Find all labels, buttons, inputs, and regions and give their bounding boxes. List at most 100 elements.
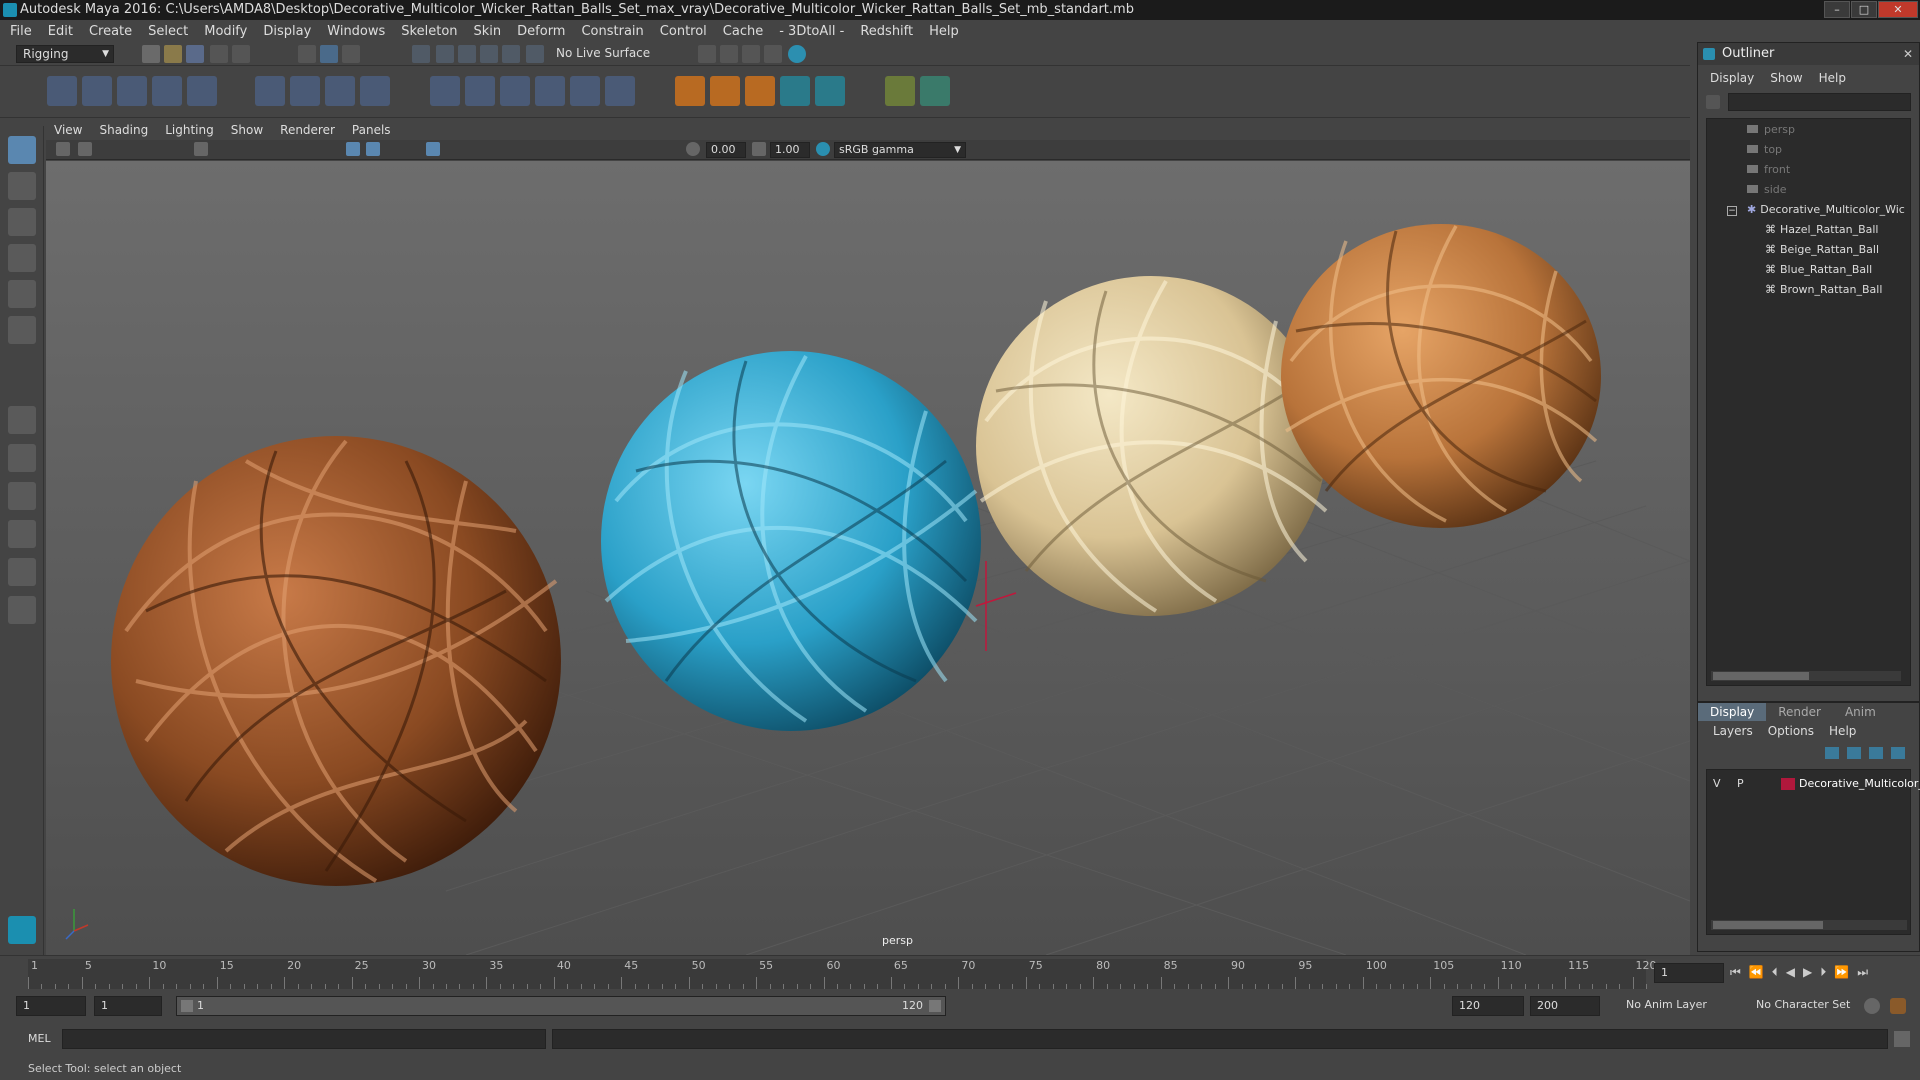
- render-frame-icon[interactable]: [698, 45, 716, 63]
- ik-handle-icon[interactable]: [82, 76, 112, 106]
- outliner-item-top[interactable]: top: [1747, 141, 1782, 159]
- viewport-menu-view[interactable]: View: [54, 123, 82, 137]
- menu-skeleton[interactable]: Skeleton: [401, 24, 457, 39]
- anim-layer-dropdown[interactable]: No Anim Layer: [1620, 996, 1740, 1016]
- save-scene-icon[interactable]: [186, 45, 204, 63]
- four-view-icon[interactable]: [8, 444, 36, 472]
- collapse-icon[interactable]: −: [1727, 206, 1737, 216]
- snap-view-icon[interactable]: [480, 45, 498, 63]
- snap-grid-icon[interactable]: [412, 45, 430, 63]
- command-input[interactable]: [62, 1029, 546, 1049]
- time-ruler[interactable]: 1 5 10 15 20 25 30 35 40 45 50 55 60 65 70 75 80 85 90 95 10…: [28, 959, 1657, 989]
- outliner-item-front[interactable]: front: [1747, 161, 1790, 179]
- script-layout-icon[interactable]: [8, 596, 36, 624]
- paint-select-icon[interactable]: [8, 208, 36, 236]
- control-rig-icon[interactable]: [815, 76, 845, 106]
- cluster-icon[interactable]: [360, 76, 390, 106]
- camera-icon[interactable]: [56, 142, 70, 156]
- blue-rattan-ball[interactable]: [601, 351, 981, 731]
- playback-start-field[interactable]: 1: [94, 996, 162, 1016]
- layer-menu-layers[interactable]: Layers: [1713, 724, 1753, 738]
- viewport-persp[interactable]: persp: [46, 161, 1690, 955]
- move-layer-down-icon[interactable]: [1847, 747, 1861, 759]
- menu-3dtoall[interactable]: - 3DtoAll -: [779, 24, 844, 39]
- exposure-field[interactable]: 0.00: [706, 142, 746, 158]
- minimize-button[interactable]: –: [1824, 1, 1850, 18]
- script-editor-icon[interactable]: [1894, 1031, 1910, 1047]
- go-to-end-icon[interactable]: ⏭: [1857, 965, 1868, 980]
- aim-constraint-icon[interactable]: [465, 76, 495, 106]
- new-layer-selected-icon[interactable]: [1891, 747, 1905, 759]
- preferences-icon[interactable]: [1890, 998, 1906, 1014]
- play-backward-icon[interactable]: ◀: [1786, 965, 1795, 980]
- tab-anim[interactable]: Anim: [1833, 703, 1888, 721]
- select-hierarchy-icon[interactable]: [298, 45, 316, 63]
- outliner-layout-icon[interactable]: [8, 520, 36, 548]
- hik-icon[interactable]: [710, 76, 740, 106]
- quick-rig-icon[interactable]: [745, 76, 775, 106]
- lattice-icon[interactable]: [325, 76, 355, 106]
- scroll-thumb[interactable]: [1713, 921, 1823, 929]
- layer-visibility-toggle[interactable]: V: [1713, 774, 1721, 794]
- open-scene-icon[interactable]: [164, 45, 182, 63]
- step-back-key-icon[interactable]: ⏪: [1749, 965, 1764, 980]
- menu-display[interactable]: Display: [263, 24, 311, 39]
- outliner-item-brown[interactable]: ⌘ Brown_Rattan_Ball: [1765, 281, 1882, 299]
- snap-point-icon[interactable]: [458, 45, 476, 63]
- select-component-icon[interactable]: [342, 45, 360, 63]
- menu-cache[interactable]: Cache: [723, 24, 763, 39]
- filter-icon[interactable]: [1706, 95, 1720, 109]
- hypershade-icon[interactable]: [764, 45, 782, 63]
- lasso-tool-icon[interactable]: [8, 172, 36, 200]
- paint-weights-icon[interactable]: [290, 76, 320, 106]
- xray-icon[interactable]: [426, 142, 440, 156]
- smooth-shade-icon[interactable]: [366, 142, 380, 156]
- select-tool-icon[interactable]: [8, 136, 36, 164]
- viewport-menu-renderer[interactable]: Renderer: [280, 123, 335, 137]
- outliner-menu-show[interactable]: Show: [1770, 71, 1802, 85]
- create-joints-icon[interactable]: [47, 76, 77, 106]
- snap-magnet-icon[interactable]: [526, 45, 544, 63]
- snap-surface-icon[interactable]: [502, 45, 520, 63]
- orient-joint-icon[interactable]: [187, 76, 217, 106]
- gamma-icon[interactable]: [752, 142, 766, 156]
- point-constraint-icon[interactable]: [430, 76, 460, 106]
- paint-effects-icon[interactable]: [920, 76, 950, 106]
- range-bar[interactable]: 1 120: [176, 996, 946, 1016]
- outliner-close-icon[interactable]: ✕: [1903, 43, 1913, 65]
- layer-menu-help[interactable]: Help: [1829, 724, 1856, 738]
- menu-help[interactable]: Help: [929, 24, 959, 39]
- bind-skin-icon[interactable]: [255, 76, 285, 106]
- two-view-icon[interactable]: [8, 482, 36, 510]
- move-tool-icon[interactable]: [8, 244, 36, 272]
- viewport-menu-lighting[interactable]: Lighting: [165, 123, 214, 137]
- redo-icon[interactable]: [232, 45, 250, 63]
- parent-constraint-icon[interactable]: [570, 76, 600, 106]
- wireframe-icon[interactable]: [346, 142, 360, 156]
- menu-control[interactable]: Control: [660, 24, 707, 39]
- outliner-item-beige[interactable]: ⌘ Beige_Rattan_Ball: [1765, 241, 1879, 259]
- menu-redshift[interactable]: Redshift: [860, 24, 913, 39]
- outliner-hscrollbar[interactable]: [1711, 671, 1901, 681]
- tab-render[interactable]: Render: [1766, 703, 1833, 721]
- step-forward-frame-icon[interactable]: ⏵: [1820, 965, 1826, 980]
- current-frame-field[interactable]: 1: [1654, 963, 1724, 983]
- live-surface-label[interactable]: No Live Surface: [556, 46, 650, 60]
- scroll-thumb[interactable]: [1713, 672, 1809, 680]
- new-scene-icon[interactable]: [142, 45, 160, 63]
- script-language-toggle[interactable]: MEL: [28, 1032, 51, 1045]
- outliner-search-input[interactable]: [1728, 93, 1911, 111]
- outliner-item-group[interactable]: − ✱ Decorative_Multicolor_Wic: [1727, 201, 1905, 219]
- scale-tool-icon[interactable]: [8, 316, 36, 344]
- layer-row[interactable]: V P Decorative_Multicolor_: [1707, 774, 1920, 794]
- character-set-dropdown[interactable]: No Character Set: [1750, 996, 1860, 1016]
- menu-skin[interactable]: Skin: [474, 24, 502, 39]
- layer-menu-options[interactable]: Options: [1768, 724, 1814, 738]
- playback-end-field[interactable]: 120: [1452, 996, 1524, 1016]
- outliner-item-side[interactable]: side: [1747, 181, 1787, 199]
- undo-icon[interactable]: [210, 45, 228, 63]
- single-view-icon[interactable]: [8, 406, 36, 434]
- menuset-dropdown[interactable]: Rigging ▼: [16, 45, 114, 63]
- play-forward-icon[interactable]: ▶: [1803, 965, 1812, 980]
- graph-layout-icon[interactable]: [8, 558, 36, 586]
